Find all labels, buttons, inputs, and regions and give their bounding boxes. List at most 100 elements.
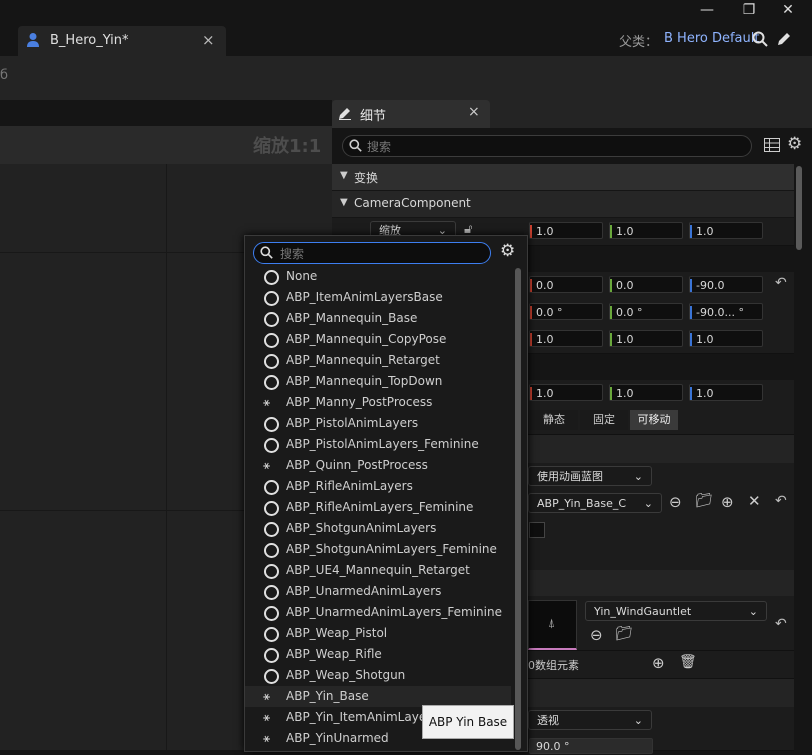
mobility-static-button[interactable]: 静态 <box>530 410 578 430</box>
parent-class-link[interactable]: B Hero Default <box>664 31 759 46</box>
search-icon[interactable] <box>752 31 768 47</box>
trash-icon[interactable]: 🗑︎ <box>679 654 697 670</box>
tab-close-icon[interactable]: × <box>202 31 215 49</box>
browse-folder-icon[interactable]: 📁︎ <box>615 626 633 642</box>
section-label: CameraComponent <box>354 196 471 210</box>
list-item-label: ABP_Weap_Rifle <box>286 647 382 661</box>
list-item-label: ABP_PistolAnimLayers <box>286 416 419 430</box>
scale3-y-field[interactable]: 1.0 <box>609 384 683 401</box>
list-item[interactable]: ABP_PistolAnimLayers <box>245 413 511 434</box>
fov-field[interactable]: 90.0 ° <box>529 738 653 754</box>
rotation-x-field[interactable]: 0.0 ° <box>529 303 603 320</box>
dropdown-label: Yin_WindGauntlet <box>594 605 692 618</box>
list-item[interactable]: ABP_Mannequin_CopyPose <box>245 329 511 350</box>
scale3-x-field[interactable]: 1.0 <box>529 384 603 401</box>
list-item[interactable]: None <box>245 266 511 287</box>
collapse-arrow-icon: ▼ <box>340 197 348 208</box>
list-item[interactable]: ABP_ShotgunAnimLayers <box>245 518 511 539</box>
section-camera-component[interactable]: ▼ CameraComponent <box>332 191 794 217</box>
list-item[interactable]: ABP_Weap_Shotgun <box>245 665 511 686</box>
list-item[interactable]: ABP_RifleAnimLayers <box>245 476 511 497</box>
minimize-icon[interactable]: — <box>697 2 717 18</box>
anim-mode-dropdown[interactable]: 使用动画蓝图 ⌄ <box>528 466 652 486</box>
rotation-z-field[interactable]: -90.0... ° <box>689 303 763 320</box>
scale3-z-field[interactable]: 1.0 <box>689 384 763 401</box>
section-transform[interactable]: ▼ 变换 <box>332 164 794 190</box>
list-item[interactable]: ABP_PistolAnimLayers_Feminine <box>245 434 511 455</box>
list-item-label: ABP_Yin_Base <box>286 689 369 703</box>
list-item[interactable]: ⚹ ABP_Yin_Base <box>245 686 511 707</box>
table-icon[interactable] <box>764 138 780 152</box>
details-pencil-icon <box>339 108 351 120</box>
list-item[interactable]: ABP_Mannequin_Base <box>245 308 511 329</box>
location-y-field[interactable]: 0.0 <box>609 276 683 293</box>
browse-back-icon[interactable]: ⊖ <box>590 626 603 644</box>
mobility-movable-button[interactable]: 可移动 <box>630 410 678 430</box>
popup-search-input[interactable]: 搜索 <box>253 242 491 264</box>
popup-scrollbar[interactable] <box>515 268 521 750</box>
tab-details[interactable]: 细节 × <box>332 100 490 128</box>
dropdown-label: 使用动画蓝图 <box>537 470 603 483</box>
list-item[interactable]: ⚹ ABP_Manny_PostProcess <box>245 392 511 413</box>
scale-x-field[interactable]: 1.0 <box>529 222 603 239</box>
circle-icon <box>264 312 279 327</box>
scale-z-field[interactable]: 1.0 <box>689 222 763 239</box>
mesh-thumbnail[interactable]: ⍋ <box>528 600 577 650</box>
browse-folder-icon[interactable]: 📁︎ <box>695 493 713 509</box>
list-item[interactable]: ABP_UnarmedAnimLayers_Feminine <box>245 602 511 623</box>
location-x-field[interactable]: 0.0 <box>529 276 603 293</box>
anim-blueprint-icon: ⚹ <box>263 710 271 724</box>
reset-icon[interactable]: ↶ <box>775 493 787 509</box>
list-item-label: ABP_UnarmedAnimLayers <box>286 584 442 598</box>
dropdown-label: ABP_Yin_Base_C <box>537 497 627 510</box>
list-item[interactable]: ABP_Mannequin_Retarget <box>245 350 511 371</box>
list-item[interactable]: ⚹ ABP_Quinn_PostProcess <box>245 455 511 476</box>
scale2-x-field[interactable]: 1.0 <box>529 330 603 347</box>
clear-icon[interactable]: ✕ <box>748 492 761 510</box>
browse-back-icon[interactable]: ⊖ <box>669 493 682 511</box>
checkbox[interactable] <box>529 522 545 538</box>
add-element-icon[interactable]: ⊕ <box>652 654 665 672</box>
details-scrollbar[interactable] <box>796 166 802 250</box>
list-item[interactable]: ABP_Weap_Pistol <box>245 623 511 644</box>
scale-y-field[interactable]: 1.0 <box>609 222 683 239</box>
list-item[interactable]: ABP_RifleAnimLayers_Feminine <box>245 497 511 518</box>
toolbar-label: б <box>0 68 9 83</box>
list-item-label: ABP_ItemAnimLayersBase <box>286 290 443 304</box>
mobility-stationary-button[interactable]: 固定 <box>580 410 628 430</box>
chevron-down-icon: ⌄ <box>748 605 758 618</box>
list-item-label: ABP_Weap_Pistol <box>286 626 388 640</box>
close-window-icon[interactable]: ✕ <box>778 2 798 18</box>
search-icon <box>260 246 273 259</box>
settings-gear-icon[interactable]: ⚙ <box>787 134 802 154</box>
mesh-dropdown[interactable]: Yin_WindGauntlet ⌄ <box>585 601 767 621</box>
details-header: 细节 × <box>332 100 812 128</box>
anim-class-picker-popup: 搜索 ⚙ None ABP_ItemAnimLayersBase ABP_Manne… <box>244 235 528 752</box>
list-item[interactable]: ABP_ItemAnimLayersBase <box>245 287 511 308</box>
list-item-label: ABP_YinUnarmed <box>286 731 389 745</box>
list-item[interactable]: ABP_Weap_Rifle <box>245 644 511 665</box>
list-item[interactable]: ABP_UnarmedAnimLayers <box>245 581 511 602</box>
projection-dropdown[interactable]: 透视 ⌄ <box>528 710 652 730</box>
list-item[interactable]: ABP_UE4_Mannequin_Retarget <box>245 560 511 581</box>
pencil-icon[interactable] <box>776 31 792 47</box>
list-item-label: None <box>286 269 318 283</box>
scale2-z-field[interactable]: 1.0 <box>689 330 763 347</box>
details-search-input[interactable]: 搜索 <box>342 135 752 157</box>
tab-blueprint[interactable]: B_Hero_Yin* × <box>18 26 226 56</box>
anim-class-dropdown[interactable]: ABP_Yin_Base_C ⌄ <box>528 493 662 513</box>
details-close-icon[interactable]: × <box>468 104 480 120</box>
scale2-y-field[interactable]: 1.0 <box>609 330 683 347</box>
list-item-label: ABP_RifleAnimLayers <box>286 479 413 493</box>
list-item[interactable]: ABP_ShotgunAnimLayers_Feminine <box>245 539 511 560</box>
add-icon[interactable]: ⊕ <box>721 493 734 511</box>
circle-icon <box>264 354 279 369</box>
list-item[interactable]: ABP_Mannequin_TopDown <box>245 371 511 392</box>
popup-settings-gear-icon[interactable]: ⚙ <box>500 241 515 261</box>
list-item-label: ABP_RifleAnimLayers_Feminine <box>286 500 474 514</box>
location-z-field[interactable]: -90.0 <box>689 276 763 293</box>
reset-icon[interactable]: ↶ <box>775 616 787 632</box>
restore-icon[interactable]: ❐ <box>739 2 759 18</box>
rotation-y-field[interactable]: 0.0 ° <box>609 303 683 320</box>
reset-icon[interactable]: ↶ <box>775 275 787 291</box>
